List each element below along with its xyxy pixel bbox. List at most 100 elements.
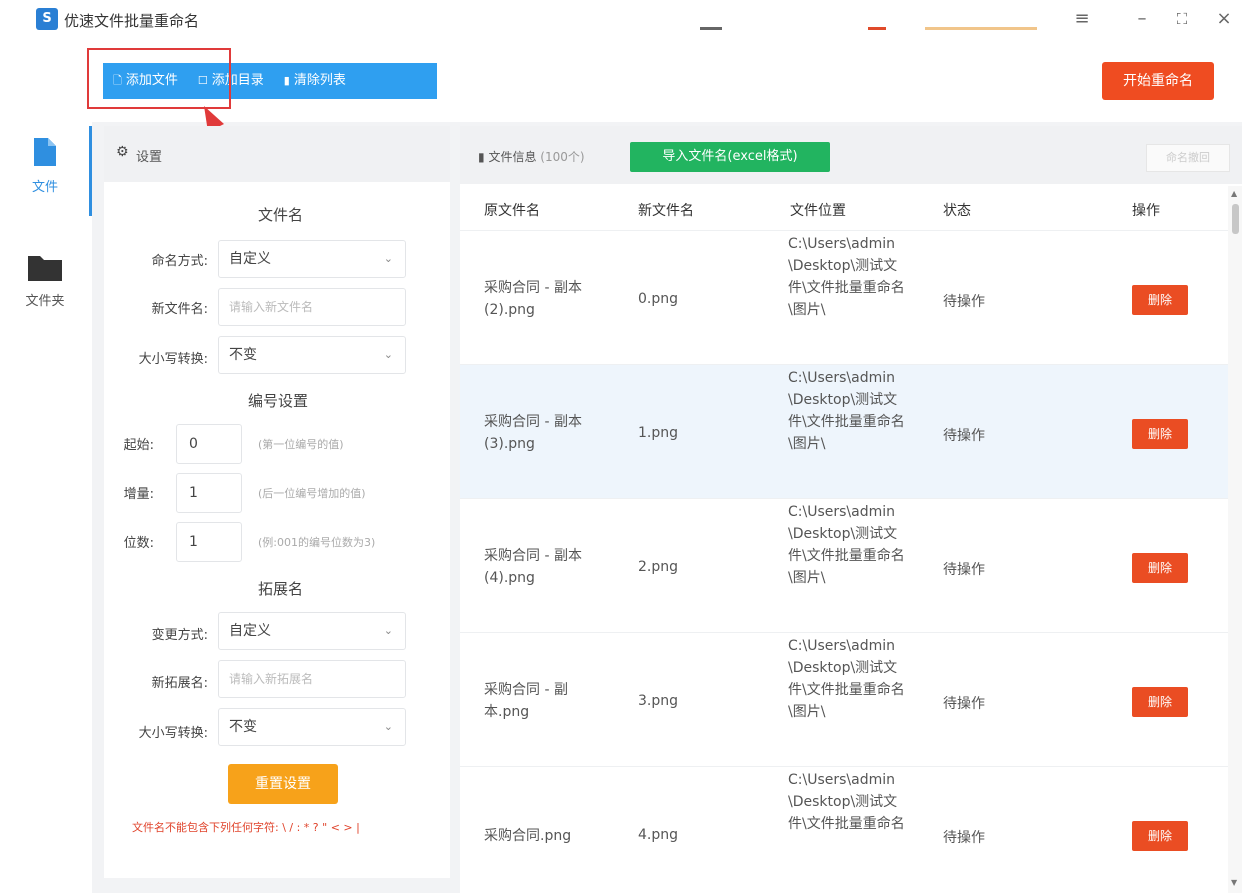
folder-icon [28,256,62,281]
cell-new-name: 0.png [638,291,679,307]
titlebar-mark [700,27,722,30]
cell-original-name: 采购合同 - 副本 (4).png [484,548,582,586]
minimize-button[interactable]: – [1128,6,1156,32]
column-header-new: 新文件名 [638,203,694,219]
column-header-status: 状态 [943,203,971,219]
delete-button[interactable]: 删除 [1132,285,1188,315]
cell-new-name: 3.png [638,693,679,709]
new-name-placeholder: 请输入新文件名 [229,300,314,314]
new-name-input[interactable]: 请输入新文件名 [218,288,406,326]
side-nav: 文件 文件夹 [0,122,92,893]
table-row[interactable]: 采购合同 - 副本 (2).png 0.png C:\Users\admin\D… [460,230,1228,364]
change-method-select[interactable]: 自定义 ⌄ [218,612,406,650]
start-label: 起始: [123,438,154,453]
file-info-label: 文件信息 [488,150,537,164]
chevron-down-icon: ⌄ [383,624,393,637]
file-panel: ▮ 文件信息 (100个) 导入文件名(excel格式) 命名撤回 原文件名 新… [460,126,1242,893]
reset-settings-button[interactable]: 重置设置 [228,764,338,804]
filename-case-label: 大小写转换: [138,352,208,367]
cell-new-name: 1.png [638,425,679,441]
cell-file-path: C:\Users\admin\Desktop\测试文件\文件批量重命名\图片\ [788,236,905,318]
file-info: ▮ 文件信息 (100个) [478,148,585,165]
new-name-label: 新文件名: [151,302,208,317]
cell-original-name: 采购合同.png [484,828,572,844]
delete-button[interactable]: 删除 [1132,687,1188,717]
cell-file-path: C:\Users\admin\Desktop\测试文件\文件批量重命名\图片\ [788,370,905,452]
step-hint: (后一位编号增加的值) [258,487,366,500]
file-info-icon: ▮ [478,150,485,164]
ext-case-select[interactable]: 不变 ⌄ [218,708,406,746]
app-title: 优速文件批量重命名 [64,12,200,30]
change-method-label: 变更方式: [151,628,208,643]
cell-status: 待操作 [943,830,985,846]
new-ext-placeholder: 请输入新拓展名 [229,672,314,686]
scroll-thumb[interactable] [1232,204,1239,234]
title-bar: S 优速文件批量重命名 ≡ – ⛶ × [0,0,1242,40]
cell-file-path: C:\Users\admin\Desktop\测试文件\文件批量重命名\图片\ [788,638,905,720]
cell-new-name: 4.png [638,827,679,843]
digits-input[interactable]: 1 [176,522,242,562]
cell-status: 待操作 [943,428,985,444]
step-label: 增量: [123,487,154,502]
column-header-original: 原文件名 [484,203,540,219]
change-method-value: 自定义 [229,623,271,639]
table-row[interactable]: 采购合同 - 副本 (4).png 2.png C:\Users\admin\D… [460,498,1228,632]
extension-section-title: 拓展名 [258,580,304,598]
cell-status: 待操作 [943,696,985,712]
nav-item-file[interactable]: 文件 [0,136,90,195]
step-input[interactable]: 1 [176,473,242,513]
cell-file-path: C:\Users\admin\Desktop\测试文件\文件批量重命名\图片\ [788,504,905,586]
new-ext-label: 新拓展名: [151,676,208,691]
invalid-chars-warning: 文件名不能包含下列任何字符: \ / : * ? " < > | [132,821,360,834]
ext-case-label: 大小写转换: [138,726,208,741]
naming-method-select[interactable]: 自定义 ⌄ [218,240,406,278]
cell-new-name: 2.png [638,559,679,575]
chevron-down-icon: ⌄ [383,252,393,265]
close-button[interactable]: × [1210,6,1238,32]
table-row[interactable]: 采购合同 - 副本 (3).png 1.png C:\Users\admin\D… [460,364,1228,498]
cell-status: 待操作 [943,562,985,578]
table-scrollbar[interactable]: ▲ ▼ [1228,186,1242,893]
menu-icon[interactable]: ≡ [1068,6,1096,32]
nav-item-file-label: 文件 [31,180,58,195]
nav-item-folder[interactable]: 文件夹 [0,252,90,309]
delete-button[interactable]: 删除 [1132,553,1188,583]
start-input[interactable]: 0 [176,424,242,464]
filename-case-value: 不变 [229,347,257,363]
cell-file-path: C:\Users\admin\Desktop\测试文件\文件批量重命名 [788,772,905,832]
import-excel-button[interactable]: 导入文件名(excel格式) [630,142,830,172]
clear-list-label: 清除列表 [293,73,346,88]
filename-section-title: 文件名 [258,206,304,224]
highlight-box [87,48,231,109]
digits-label: 位数: [123,536,154,551]
delete-button[interactable]: 删除 [1132,821,1188,851]
scroll-down-icon[interactable]: ▼ [1231,878,1237,887]
rename-undo-button[interactable]: 命名撤回 [1146,144,1230,172]
cell-original-name: 采购合同 - 副本.png [484,682,568,720]
settings-title: 设置 [136,150,163,165]
cell-status: 待操作 [943,294,985,310]
scroll-up-icon[interactable]: ▲ [1231,189,1237,198]
file-icon [34,138,56,166]
titlebar-mark [925,27,1037,30]
start-rename-button[interactable]: 开始重命名 [1102,62,1214,100]
app-logo-icon: S [36,8,58,30]
maximize-button[interactable]: ⛶ [1168,6,1196,32]
file-count: (100个) [540,150,585,164]
nav-item-folder-label: 文件夹 [25,294,65,309]
column-header-path: 文件位置 [790,203,846,219]
titlebar-mark [868,27,886,30]
cell-original-name: 采购合同 - 副本 (2).png [484,280,582,318]
chevron-down-icon: ⌄ [383,348,393,361]
new-ext-input[interactable]: 请输入新拓展名 [218,660,406,698]
chevron-down-icon: ⌄ [383,720,393,733]
filename-case-select[interactable]: 不变 ⌄ [218,336,406,374]
trash-icon: ▮ [283,74,290,87]
delete-button[interactable]: 删除 [1132,419,1188,449]
numbering-section-title: 编号设置 [248,392,309,410]
naming-method-value: 自定义 [229,251,271,267]
clear-list-button[interactable]: ▮ 清除列表 [274,63,356,99]
table-row[interactable]: 采购合同.png 4.png C:\Users\admin\Desktop\测试… [460,766,1228,893]
column-header-action: 操作 [1132,203,1160,219]
table-row[interactable]: 采购合同 - 副本.png 3.png C:\Users\admin\Deskt… [460,632,1228,766]
